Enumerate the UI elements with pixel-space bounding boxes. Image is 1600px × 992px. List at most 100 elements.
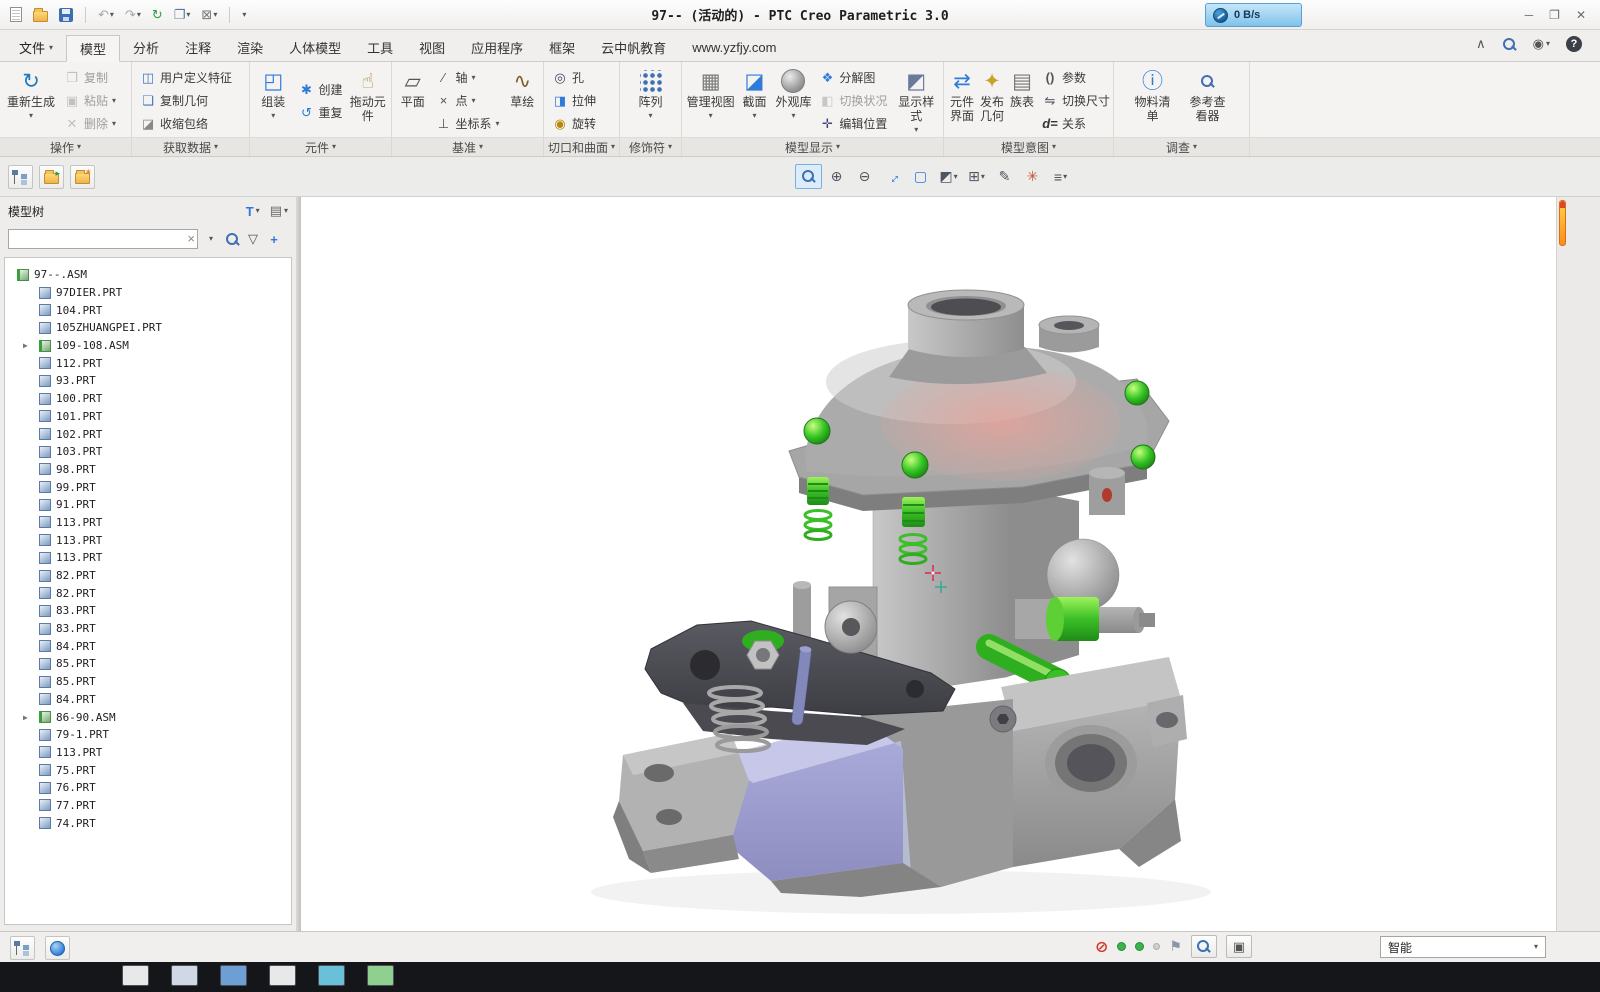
- annotation-display-button[interactable]: ✎: [991, 164, 1018, 189]
- folder-browser-button[interactable]: [39, 165, 64, 189]
- repaint-button[interactable]: ▢: [907, 164, 934, 189]
- tree-item[interactable]: 100.PRT: [5, 390, 291, 408]
- undo-button[interactable]: ↶: [96, 4, 116, 26]
- clear-search-icon[interactable]: [187, 231, 195, 246]
- tree-item[interactable]: 75.PRT: [5, 761, 291, 779]
- maximize-button[interactable]: ❐: [1549, 8, 1560, 22]
- tree-item[interactable]: 93.PRT: [5, 372, 291, 390]
- create-component-button[interactable]: ✱ 创建: [294, 79, 346, 100]
- paste-button[interactable]: ▣ 粘贴: [60, 90, 120, 111]
- display-style-toolbar-button[interactable]: ◩: [935, 164, 962, 189]
- ribbon-tab[interactable]: 人体模型: [276, 34, 354, 61]
- tree-item[interactable]: 91.PRT: [5, 496, 291, 514]
- shrinkwrap-button[interactable]: ◪ 收缩包络: [136, 113, 236, 134]
- appearance-gallery-button[interactable]: 外观库: [774, 65, 814, 136]
- ribbon-tab[interactable]: 应用程序: [458, 34, 536, 61]
- group-label-cut-surface[interactable]: 切口和曲面: [544, 137, 619, 156]
- tree-filters-button[interactable]: T: [246, 204, 260, 219]
- group-label-modifiers[interactable]: 修饰符: [620, 137, 681, 156]
- datum-display-filters-button[interactable]: ⊞: [963, 164, 990, 189]
- expand-arrow-icon[interactable]: [23, 341, 28, 350]
- minimize-ribbon-button[interactable]: ∧: [1476, 36, 1486, 52]
- tree-item[interactable]: 112.PRT: [5, 354, 291, 372]
- exploded-view-button[interactable]: ❖ 分解图: [815, 67, 891, 88]
- display-style-button[interactable]: ◩ 显示样式: [893, 65, 939, 136]
- ribbon-tab[interactable]: 渲染: [224, 34, 276, 61]
- regenerate-button[interactable]: ↻ 重新生成: [4, 65, 58, 136]
- redo-button[interactable]: ↷: [123, 4, 143, 26]
- find-button[interactable]: [224, 229, 240, 249]
- tree-item[interactable]: 105ZHUANGPEI.PRT: [5, 319, 291, 337]
- close-button[interactable]: ✕: [1576, 8, 1586, 22]
- delete-button[interactable]: ✕ 删除: [60, 113, 120, 134]
- group-label-get-data[interactable]: 获取数据: [132, 137, 249, 156]
- drag-components-button[interactable]: ☝ 拖动元件: [349, 65, 387, 136]
- tree-item[interactable]: 113.PRT: [5, 549, 291, 567]
- datum-plane-button[interactable]: ▱ 平面: [396, 65, 429, 136]
- component-interface-button[interactable]: ⇄ 元件界面: [948, 65, 976, 136]
- tree-item[interactable]: 74.PRT: [5, 814, 291, 832]
- ribbon-tab[interactable]: 文件: [6, 34, 66, 61]
- tree-item[interactable]: 79-1.PRT: [5, 726, 291, 744]
- ribbon-tab[interactable]: 注释: [172, 34, 224, 61]
- tree-item[interactable]: 83.PRT: [5, 602, 291, 620]
- bom-button[interactable]: ⓘ 物料清单: [1133, 65, 1173, 136]
- tree-item[interactable]: 76.PRT: [5, 779, 291, 797]
- regenerate-quick-button[interactable]: ↻: [150, 4, 165, 26]
- graphics-area[interactable]: [301, 197, 1556, 931]
- ribbon-tab[interactable]: 视图: [406, 34, 458, 61]
- minimize-button[interactable]: ─: [1525, 8, 1534, 22]
- view-visibility-button[interactable]: ◉: [1533, 36, 1550, 52]
- model-tree-toggle-button[interactable]: [8, 165, 33, 189]
- close-window-button[interactable]: ⊠: [199, 4, 219, 26]
- tree-item[interactable]: 103.PRT: [5, 443, 291, 461]
- group-label-operations[interactable]: 操作: [0, 137, 131, 156]
- tree-item[interactable]: 99.PRT: [5, 478, 291, 496]
- network-speed-widget[interactable]: 0 B/s: [1205, 3, 1302, 27]
- save-button[interactable]: [57, 4, 75, 26]
- assembly-3d-model[interactable]: [301, 197, 1556, 931]
- copy-button[interactable]: ❐ 复制: [60, 67, 120, 88]
- tree-root-item[interactable]: 97--.ASM: [5, 266, 291, 284]
- relations-button[interactable]: d= 关系: [1038, 113, 1114, 134]
- group-label-model-display[interactable]: 模型显示: [682, 137, 943, 156]
- new-file-button[interactable]: [8, 4, 24, 26]
- expand-arrow-icon[interactable]: [23, 713, 28, 722]
- tree-item[interactable]: 113.PRT: [5, 744, 291, 762]
- tree-settings-button[interactable]: ▤: [270, 203, 288, 219]
- tree-item[interactable]: 85.PRT: [5, 673, 291, 691]
- tree-item[interactable]: 104.PRT: [5, 301, 291, 319]
- find-tool-button[interactable]: [1191, 935, 1217, 958]
- sketch-button[interactable]: ∿ 草绘: [506, 65, 539, 136]
- datum-axis-button[interactable]: ∕ 轴: [431, 67, 503, 88]
- udf-button[interactable]: ◫ 用户定义特征: [136, 67, 236, 88]
- notification-flag-icon[interactable]: ⚑: [1169, 938, 1182, 955]
- expand-tree-button[interactable]: +: [266, 229, 282, 249]
- hole-button[interactable]: ◎ 孔: [548, 67, 600, 88]
- customize-toolbar-button[interactable]: [240, 4, 248, 26]
- reference-viewer-button[interactable]: 参考查看器: [1185, 65, 1231, 136]
- toggle-status-button[interactable]: ◧ 切换状况: [815, 90, 891, 111]
- taskbar-window-button[interactable]: [220, 965, 247, 986]
- publish-geometry-button[interactable]: ✦ 发布几何: [978, 65, 1006, 136]
- section-button[interactable]: ◪ 截面: [737, 65, 771, 136]
- scroll-indicator[interactable]: [1559, 200, 1566, 246]
- filter-button[interactable]: ▽: [245, 229, 261, 249]
- model-tree-show-button[interactable]: [10, 936, 35, 960]
- datum-point-button[interactable]: × 点: [431, 90, 503, 111]
- tree-item[interactable]: 86-90.ASM: [5, 708, 291, 726]
- family-table-button[interactable]: ▤ 族表: [1008, 65, 1036, 136]
- view-manager-button[interactable]: ≡: [1047, 164, 1074, 189]
- ribbon-tab[interactable]: 模型: [66, 35, 120, 62]
- pattern-button[interactable]: 阵列: [627, 65, 675, 136]
- group-label-component[interactable]: 元件: [250, 137, 391, 156]
- switch-dimensions-button[interactable]: ⇋ 切换尺寸: [1038, 90, 1114, 111]
- group-label-datum[interactable]: 基准: [392, 137, 543, 156]
- help-button[interactable]: ?: [1566, 36, 1582, 52]
- ribbon-tab[interactable]: www.yzfjy.com: [679, 34, 789, 61]
- datum-csys-button[interactable]: ⊥ 坐标系: [431, 113, 503, 134]
- tree-item[interactable]: 85.PRT: [5, 655, 291, 673]
- windows-button[interactable]: ❐: [172, 4, 193, 26]
- manage-views-button[interactable]: ▦ 管理视图: [686, 65, 735, 136]
- parameters-button[interactable]: () 参数: [1038, 67, 1114, 88]
